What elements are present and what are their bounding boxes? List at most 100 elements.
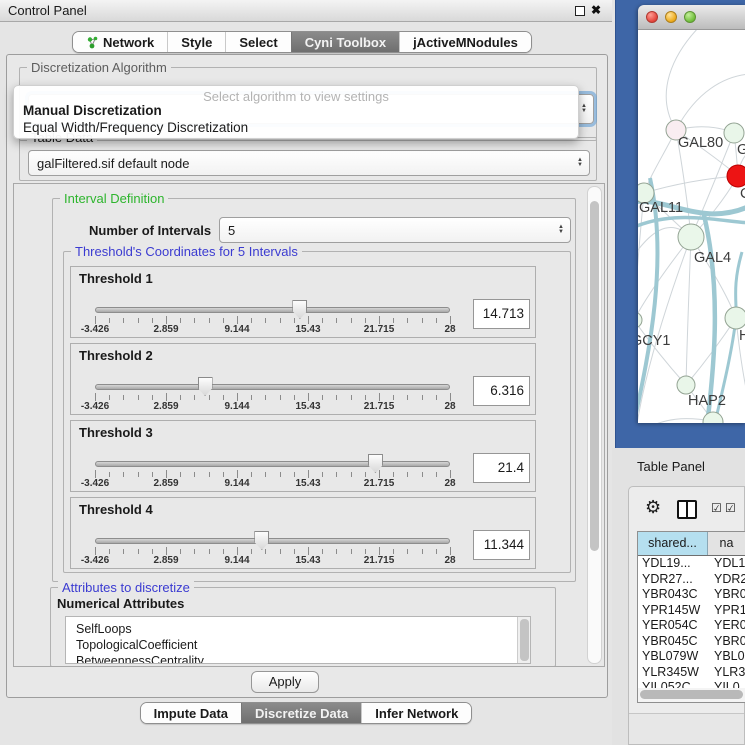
tick-mark — [280, 472, 281, 477]
column-header-name[interactable]: na — [708, 532, 745, 555]
list-scrollbar[interactable] — [517, 617, 530, 663]
tick-mark — [223, 318, 224, 323]
gear-icon[interactable]: ⚙ — [645, 497, 661, 518]
tick-mark — [308, 316, 309, 324]
group-title: Discretization Algorithm — [27, 60, 171, 75]
threshold-label: Threshold 4 — [79, 502, 153, 517]
close-icon[interactable]: ✖ — [591, 3, 601, 17]
table-row[interactable]: YER054CYER0 — [638, 618, 745, 634]
network-node-hap2[interactable] — [677, 376, 695, 394]
tick-label: 2.859 — [145, 401, 187, 412]
tab-discretize-data[interactable]: Discretize Data — [241, 703, 361, 723]
table-row[interactable]: YBR043CYBR0 — [638, 587, 745, 603]
network-node-ga[interactable] — [724, 123, 744, 143]
algorithm-option-equal-width[interactable]: Equal Width/Frequency Discretization — [23, 120, 248, 135]
network-edge[interactable] — [638, 421, 713, 423]
tick-mark — [422, 318, 423, 323]
numerical-attributes-list[interactable]: SelfLoopsTopologicalCoefficientBetweenne… — [65, 616, 531, 664]
settings-scrollbar[interactable] — [587, 186, 602, 664]
tick-mark — [166, 316, 167, 324]
tab-style[interactable]: Style — [167, 32, 225, 52]
zoom-traffic-light-icon[interactable] — [684, 11, 696, 23]
close-traffic-light-icon[interactable] — [646, 11, 658, 23]
tick-mark — [223, 395, 224, 400]
network-node[interactable] — [703, 412, 723, 423]
table-panel: Table Panel ⚙ ☑ ☑ shared... na YDL19...Y… — [612, 448, 745, 745]
tick-mark — [166, 470, 167, 478]
tick-mark — [237, 470, 238, 478]
tick-mark — [209, 472, 210, 477]
node-label: GA — [737, 142, 745, 158]
network-canvas[interactable]: GAL80GACGAL11GAL4GCY1HHAP2 — [638, 30, 745, 423]
network-node-h[interactable] — [725, 307, 745, 329]
column-header-shared-name[interactable]: shared... — [638, 532, 708, 555]
slider-track[interactable] — [95, 461, 450, 467]
tick-mark — [280, 395, 281, 400]
network-edge[interactable] — [644, 176, 738, 193]
list-item[interactable]: BetweennessCentrality — [66, 653, 530, 664]
slider-track[interactable] — [95, 307, 450, 313]
threshold-value-field[interactable]: 14.713 — [473, 299, 530, 329]
tick-label: -3.426 — [74, 478, 116, 489]
apply-button[interactable]: Apply — [251, 671, 319, 693]
checkbox-icon[interactable]: ☑ — [711, 501, 722, 515]
algorithm-option-manual[interactable]: Manual Discretization — [23, 103, 162, 118]
slider-track[interactable] — [95, 538, 450, 544]
float-window-icon[interactable] — [575, 6, 585, 16]
tab-label: Style — [181, 35, 212, 50]
table-row[interactable]: YBR045CYBR0 — [638, 634, 745, 650]
tick-mark — [265, 395, 266, 400]
network-edge[interactable] — [644, 130, 676, 193]
application-root: Control Panel ✖ NetworkStyleSelectCyni T… — [0, 0, 745, 745]
table-row[interactable]: YPR145WYPR1 — [638, 603, 745, 619]
columns-icon[interactable] — [677, 500, 697, 519]
tick-label: 28 — [429, 478, 471, 489]
table-hscrollbar-thumb[interactable] — [640, 690, 743, 699]
network-edge[interactable] — [686, 237, 691, 385]
tab-impute-data[interactable]: Impute Data — [141, 703, 241, 723]
table-row[interactable]: YDL19...YDL1 — [638, 556, 745, 572]
tick-mark — [251, 549, 252, 554]
list-item[interactable]: TopologicalCoefficient — [66, 637, 530, 653]
table-data-combobox[interactable]: galFiltered.sif default node ▲▼ — [28, 150, 590, 176]
tab-infer-network[interactable]: Infer Network — [361, 703, 471, 723]
tick-label: 9.144 — [216, 478, 258, 489]
tick-mark — [237, 316, 238, 324]
table-row[interactable]: YLR345WYLR3 — [638, 665, 745, 681]
tab-label: Network — [103, 35, 154, 50]
tab-jactivemnodules[interactable]: jActiveMNodules — [399, 32, 531, 52]
tab-network[interactable]: Network — [73, 32, 167, 52]
number-of-intervals-combobox[interactable]: 5 ▲▼ — [219, 217, 571, 243]
slider-track[interactable] — [95, 384, 450, 390]
checkbox-icon[interactable]: ☑ — [725, 501, 736, 515]
network-edge[interactable] — [638, 419, 713, 423]
threshold-value-field[interactable]: 11.344 — [473, 530, 530, 560]
tab-select[interactable]: Select — [225, 32, 290, 52]
tick-mark — [294, 395, 295, 400]
list-item[interactable]: SelfLoops — [66, 621, 530, 637]
tick-mark — [351, 395, 352, 400]
network-edge[interactable] — [638, 237, 691, 423]
network-edge[interactable] — [666, 30, 702, 130]
threshold-value-field[interactable]: 6.316 — [473, 376, 530, 406]
network-edge[interactable] — [676, 74, 745, 130]
minimize-traffic-light-icon[interactable] — [665, 11, 677, 23]
network-window[interactable]: GAL80GACGAL11GAL4GCY1HHAP2 — [638, 5, 745, 423]
tick-mark — [194, 318, 195, 323]
list-scrollbar-thumb[interactable] — [520, 619, 529, 661]
network-node-c[interactable] — [727, 165, 745, 187]
threshold-label: Threshold 1 — [79, 271, 153, 286]
table-row[interactable]: YDR27...YDR2 — [638, 572, 745, 588]
tick-label: 21.715 — [358, 401, 400, 412]
tab-cyni-toolbox[interactable]: Cyni Toolbox — [291, 32, 399, 52]
tick-mark — [407, 395, 408, 400]
network-edge-thick[interactable] — [704, 215, 715, 423]
tick-mark — [194, 395, 195, 400]
table-row[interactable]: YBL079WYBL0 — [638, 649, 745, 665]
network-node-gal4[interactable] — [678, 224, 704, 250]
network-node-gcy1[interactable] — [638, 312, 642, 328]
settings-scrollbar-thumb[interactable] — [590, 201, 599, 551]
table-hscrollbar[interactable] — [638, 688, 745, 702]
network-edge[interactable] — [638, 237, 691, 320]
threshold-value-field[interactable]: 21.4 — [473, 453, 530, 483]
